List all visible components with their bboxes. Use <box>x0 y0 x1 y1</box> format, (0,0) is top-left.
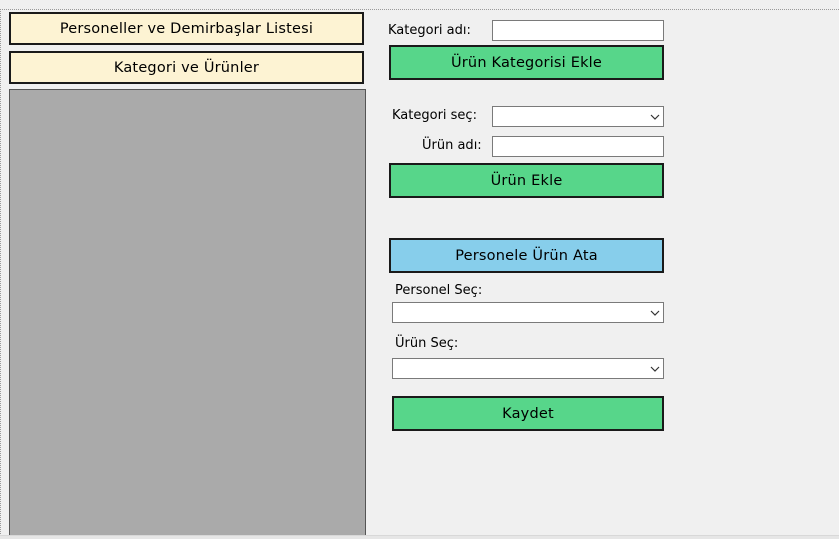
personnel-list-button[interactable]: Personeller ve Demirbaşlar Listesi <box>9 12 364 45</box>
add-product-button[interactable]: Ürün Ekle <box>389 163 664 198</box>
window-border-bottom <box>0 535 839 539</box>
save-label: Kaydet <box>502 405 554 422</box>
category-select-label: Kategori seç: <box>392 108 477 123</box>
save-button[interactable]: Kaydet <box>392 396 664 431</box>
content-panel <box>9 89 366 538</box>
categories-products-label: Kategori ve Ürünler <box>113 59 260 76</box>
add-product-label: Ürün Ekle <box>490 172 563 189</box>
category-name-input[interactable] <box>492 20 664 41</box>
product-name-input[interactable] <box>492 136 664 157</box>
chevron-down-icon <box>647 303 663 322</box>
product-select-label: Ürün Seç: <box>395 336 459 351</box>
chevron-down-icon <box>647 359 663 378</box>
category-select[interactable] <box>492 106 664 127</box>
add-category-label: Ürün Kategorisi Ekle <box>450 54 603 71</box>
categories-products-button[interactable]: Kategori ve Ürünler <box>9 51 364 84</box>
product-name-label: Ürün adı: <box>422 138 482 153</box>
personnel-list-label: Personeller ve Demirbaşlar Listesi <box>59 20 314 37</box>
window-border-left <box>0 9 2 538</box>
category-name-label: Kategori adı: <box>388 23 471 38</box>
chevron-down-icon <box>647 107 663 126</box>
assign-product-button[interactable]: Personele Ürün Ata <box>389 238 664 273</box>
personnel-select-label: Personel Seç: <box>395 283 483 298</box>
window-border-top <box>0 9 839 11</box>
product-select[interactable] <box>392 358 664 379</box>
personnel-select[interactable] <box>392 302 664 323</box>
assign-product-label: Personele Ürün Ata <box>455 247 598 264</box>
add-category-button[interactable]: Ürün Kategorisi Ekle <box>389 45 664 80</box>
